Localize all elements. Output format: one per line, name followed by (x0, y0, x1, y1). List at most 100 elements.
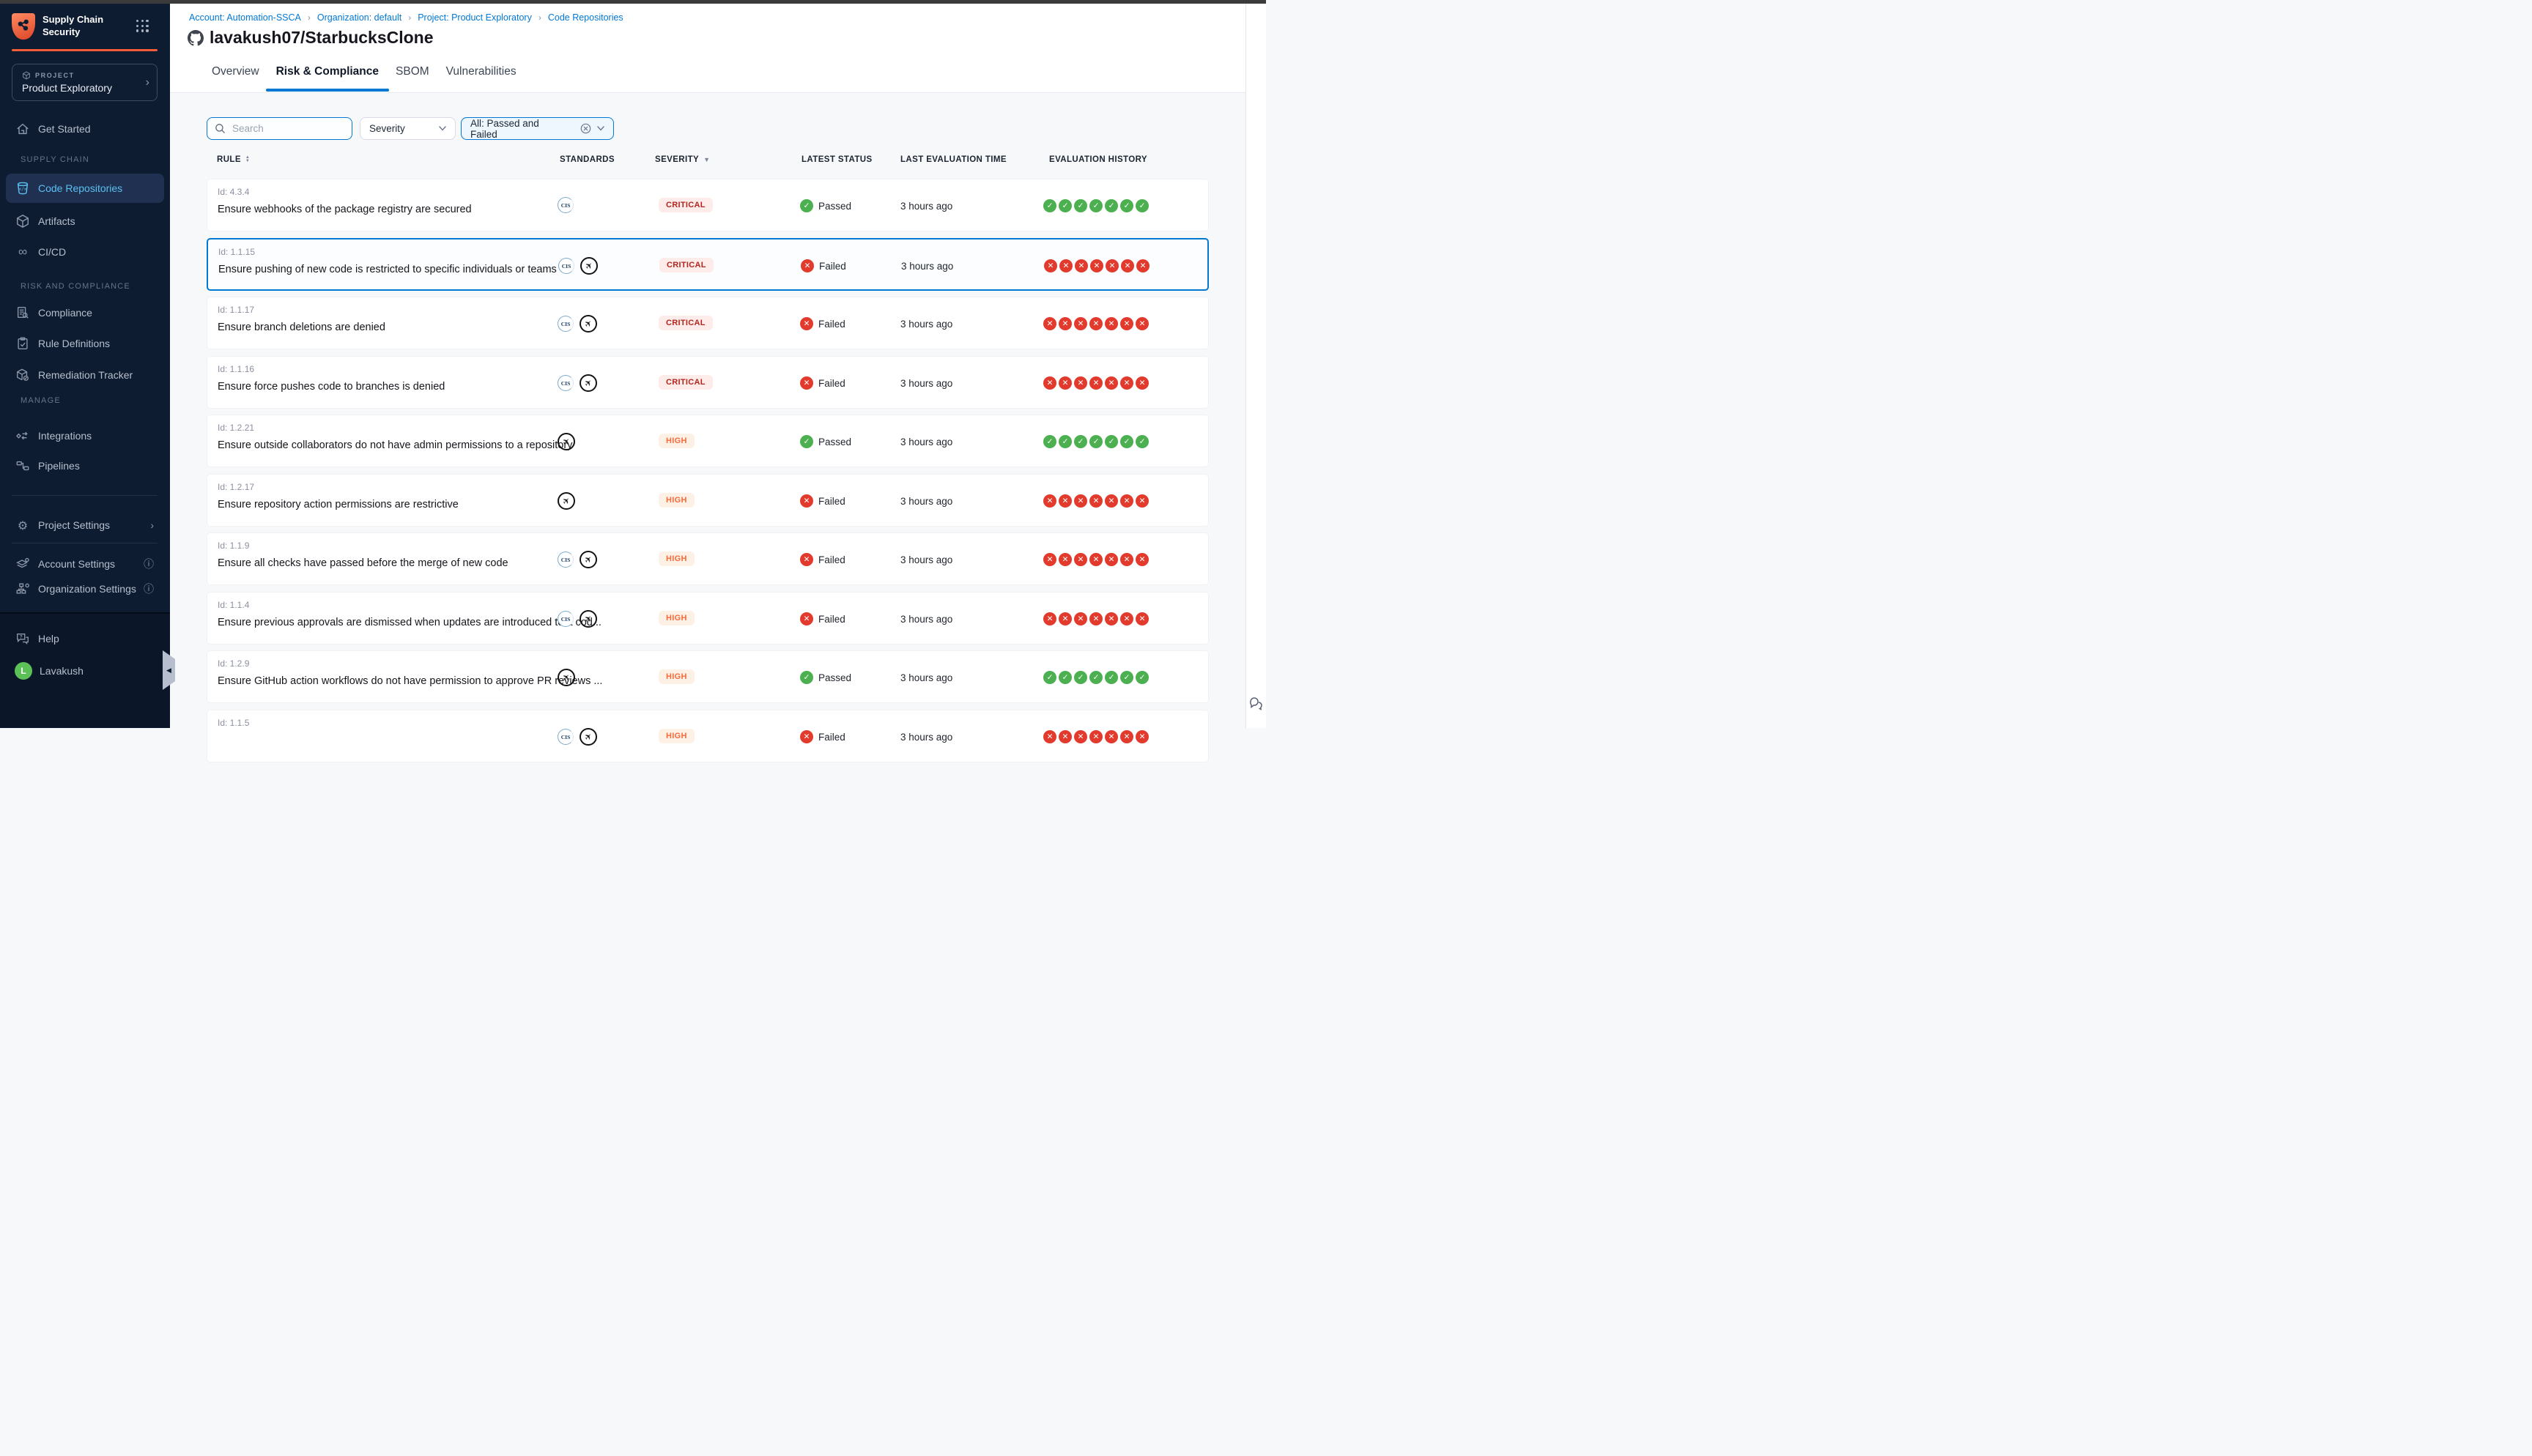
history-fail-icon: ✕ (1089, 376, 1103, 390)
user-menu[interactable]: L Lavakush (6, 656, 164, 686)
help-chat-icon: ? (15, 631, 31, 647)
chevron-right-icon: › (150, 519, 154, 531)
history-fail-icon: ✕ (1074, 317, 1087, 330)
table-row[interactable]: Id: 1.1.16 Ensure force pushes code to b… (207, 356, 1209, 409)
support-chat-icon[interactable] (1247, 694, 1265, 712)
history-fail-icon: ✕ (1136, 730, 1149, 743)
breadcrumb-account[interactable]: Account: Automation-SSCA (189, 12, 301, 23)
breadcrumb-organization[interactable]: Organization: default (317, 12, 401, 23)
sidebar-item-label: Get Started (38, 123, 91, 135)
breadcrumb-code-repositories[interactable]: Code Repositories (548, 12, 623, 23)
history-pass-icon: ✓ (1043, 435, 1056, 448)
history-fail-icon: ✕ (1074, 730, 1087, 743)
column-header-rule[interactable]: RULE▲▼ (217, 155, 250, 164)
integrations-icon (15, 428, 31, 444)
gear-icon: ⚙ (15, 517, 31, 533)
table-row[interactable]: Id: 1.2.21 Ensure outside collaborators … (207, 415, 1209, 467)
sidebar-item-remediation-tracker[interactable]: Remediation Tracker (6, 360, 164, 390)
tab-overview[interactable]: Overview (212, 65, 259, 92)
tab-vulnerabilities[interactable]: Vulnerabilities (446, 65, 517, 92)
status-label: Failed (818, 554, 845, 565)
last-evaluation-time: 3 hours ago (900, 437, 952, 447)
scrollbar[interactable] (1245, 4, 1266, 728)
sidebar-item-help[interactable]: ? Help (6, 624, 164, 653)
evaluation-history: ✕✕✕✕✕✕✕ (1043, 494, 1149, 508)
sidebar-item-code-repositories[interactable]: </> Code Repositories (6, 174, 164, 203)
history-pass-icon: ✓ (1105, 199, 1118, 212)
status-filter-label: All: Passed and Failed (470, 118, 569, 140)
history-fail-icon: ✕ (1121, 259, 1134, 272)
rule-id: Id: 1.2.9 (218, 658, 249, 669)
sidebar-item-rule-definitions[interactable]: Rule Definitions (6, 329, 164, 358)
tab-risk-and-compliance[interactable]: Risk & Compliance (276, 65, 379, 92)
history-fail-icon: ✕ (1043, 612, 1056, 625)
jet-standard-badge: ✈ (580, 315, 597, 333)
info-icon[interactable]: ⓘ (144, 582, 154, 596)
history-pass-icon: ✓ (1089, 671, 1103, 684)
sidebar-item-compliance[interactable]: Compliance (6, 298, 164, 327)
status-filter-dropdown[interactable]: All: Passed and Failed (461, 117, 614, 140)
history-pass-icon: ✓ (1059, 199, 1072, 212)
sidebar-item-label: Remediation Tracker (38, 369, 133, 381)
clear-filter-icon[interactable] (580, 123, 591, 134)
table-row[interactable]: Id: 1.1.5 CIS✈ HIGH ✕Failed 3 hours ago … (207, 710, 1209, 762)
sidebar-item-label: Code Repositories (38, 182, 122, 194)
severity-filter-dropdown[interactable]: Severity (360, 117, 456, 140)
table-row[interactable]: Id: 1.2.9 Ensure GitHub action workflows… (207, 650, 1209, 703)
status-icon: ✕ (800, 730, 813, 743)
sidebar-item-pipelines[interactable]: Pipelines (6, 451, 164, 480)
table-row[interactable]: Id: 1.1.15 Ensure pushing of new code is… (207, 238, 1209, 291)
chevron-down-icon (439, 126, 446, 131)
history-pass-icon: ✓ (1074, 199, 1087, 212)
table-row[interactable]: Id: 1.1.9 Ensure all checks have passed … (207, 532, 1209, 585)
last-evaluation-time: 3 hours ago (900, 732, 952, 743)
rule-id: Id: 1.1.17 (218, 305, 254, 315)
sidebar-item-label: Account Settings (38, 558, 115, 570)
standards-badges: ✈ (558, 492, 575, 510)
sidebar-item-organization-settings[interactable]: Organization Settings ⓘ (6, 576, 164, 601)
column-header-severity[interactable]: SEVERITY▼ (655, 155, 710, 164)
history-fail-icon: ✕ (1120, 376, 1133, 390)
evaluation-history: ✕✕✕✕✕✕✕ (1044, 259, 1150, 272)
history-fail-icon: ✕ (1075, 259, 1088, 272)
info-icon[interactable]: ⓘ (144, 557, 154, 571)
rule-description: Ensure pushing of new code is restricted… (218, 264, 557, 275)
history-fail-icon: ✕ (1105, 376, 1118, 390)
history-fail-icon: ✕ (1043, 376, 1056, 390)
history-fail-icon: ✕ (1089, 494, 1103, 508)
severity-cell: HIGH (659, 669, 695, 684)
history-pass-icon: ✓ (1043, 671, 1056, 684)
history-pass-icon: ✓ (1136, 199, 1149, 212)
cube-icon (22, 71, 31, 80)
rule-id: Id: 1.1.9 (218, 541, 249, 551)
jet-standard-badge: ✈ (580, 610, 597, 628)
sidebar-item-project-settings[interactable]: ⚙ Project Settings › (6, 510, 164, 540)
app-switcher-grid-icon[interactable] (136, 20, 149, 32)
user-name: Lavakush (40, 665, 84, 677)
project-selector[interactable]: PROJECT Product Exploratory › (12, 64, 158, 101)
chevron-right-icon: › (408, 12, 411, 23)
history-fail-icon: ✕ (1106, 259, 1119, 272)
history-pass-icon: ✓ (1059, 671, 1072, 684)
severity-badge: HIGH (659, 493, 695, 508)
sidebar-item-cicd[interactable]: ∞ CI/CD (6, 237, 164, 267)
severity-filter-label: Severity (369, 123, 405, 134)
table-row[interactable]: Id: 1.1.17 Ensure branch deletions are d… (207, 297, 1209, 349)
sidebar-item-account-settings[interactable]: Account Settings ⓘ (6, 551, 164, 576)
table-row[interactable]: Id: 1.2.17 Ensure repository action perm… (207, 474, 1209, 527)
section-label-risk-and-compliance: RISK AND COMPLIANCE (21, 282, 130, 291)
sidebar-item-get-started[interactable]: Get Started (6, 114, 164, 144)
history-fail-icon: ✕ (1120, 317, 1133, 330)
sidebar-item-integrations[interactable]: Integrations (6, 421, 164, 450)
table-row[interactable]: Id: 1.1.4 Ensure previous approvals are … (207, 592, 1209, 645)
cis-standard-badge: CIS (558, 197, 574, 213)
status-icon: ✕ (800, 376, 813, 390)
chevron-down-icon (597, 126, 604, 131)
sidebar-item-artifacts[interactable]: Artifacts (6, 207, 164, 236)
breadcrumb-project[interactable]: Project: Product Exploratory (418, 12, 532, 23)
supply-chain-security-logo-icon (12, 13, 35, 40)
jet-standard-badge: ✈ (558, 492, 575, 510)
tab-sbom[interactable]: SBOM (396, 65, 429, 92)
table-row[interactable]: Id: 4.3.4 Ensure webhooks of the package… (207, 179, 1209, 231)
search-input[interactable] (231, 122, 341, 135)
